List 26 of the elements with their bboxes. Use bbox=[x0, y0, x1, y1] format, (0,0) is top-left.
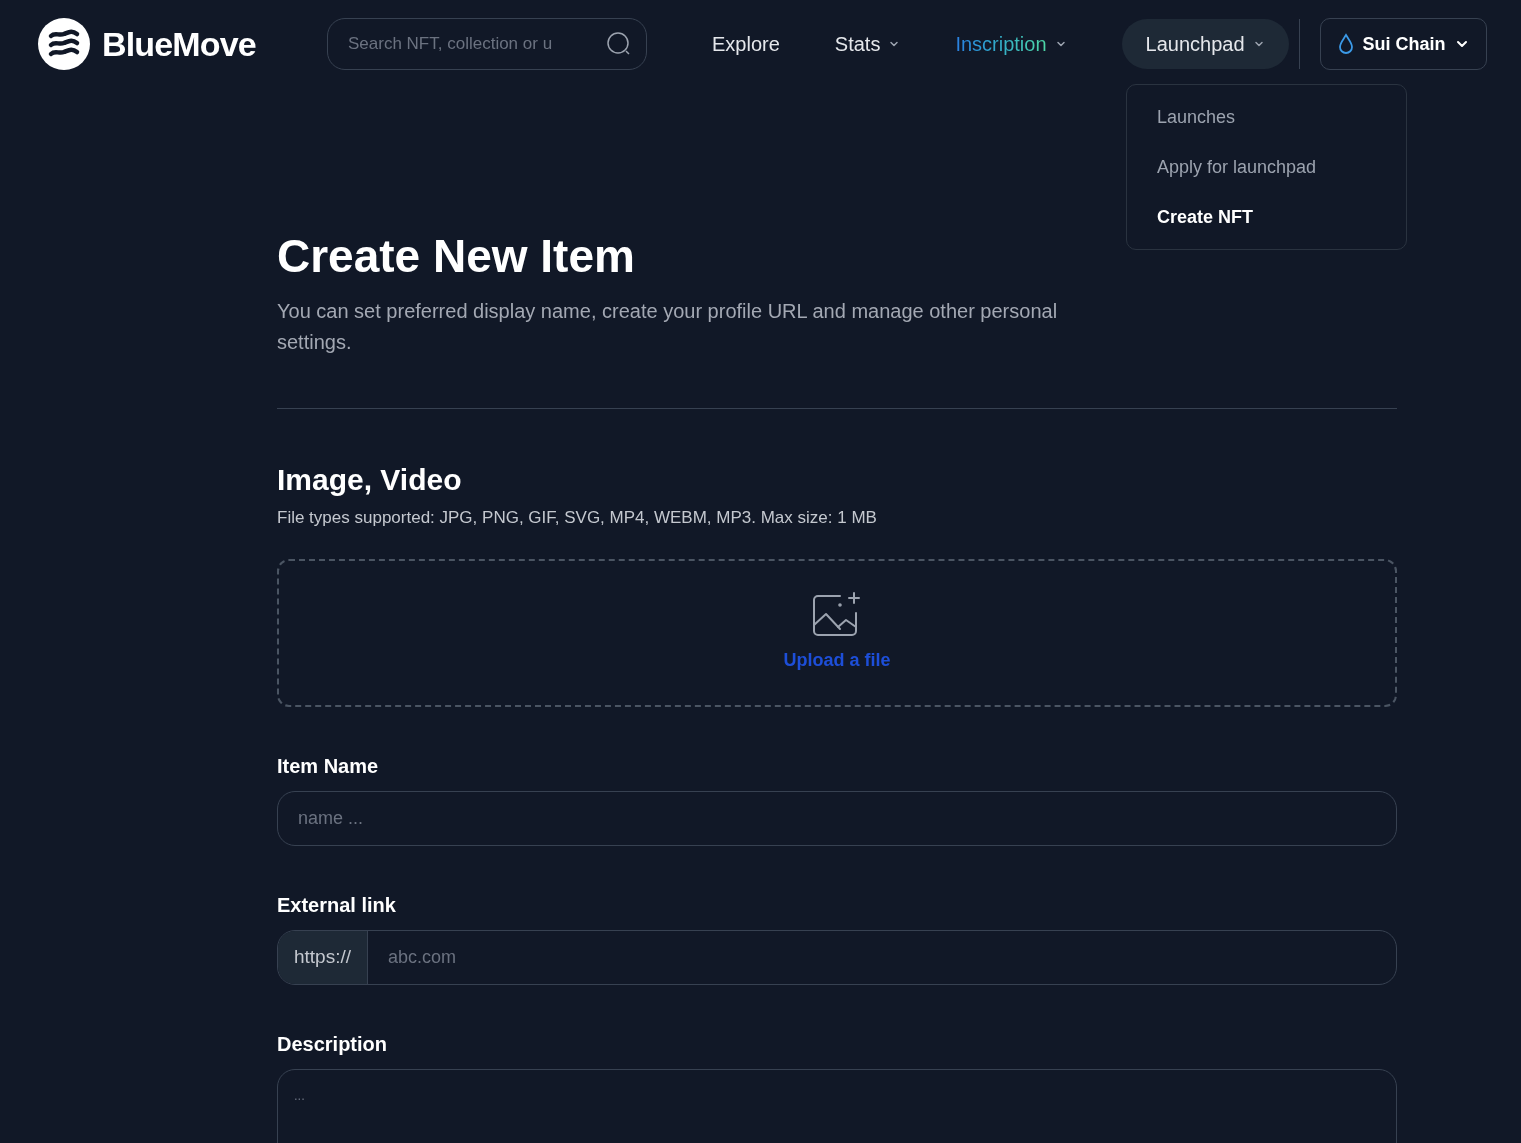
external-link-field[interactable]: https:// abc.com bbox=[277, 929, 1397, 985]
logo-icon bbox=[38, 18, 90, 70]
file-types-hint: File types supported: JPG, PNG, GIF, SVG, MP4, WEBM, MP3. Max size: 1 MB bbox=[277, 507, 878, 529]
section-heading: Image, Video bbox=[277, 462, 463, 498]
menu-item[interactable]: Launches bbox=[1157, 103, 1376, 131]
external-link-input[interactable]: abc.com bbox=[368, 930, 1396, 984]
url-prefix: https:// bbox=[278, 930, 369, 984]
search-icon[interactable] bbox=[607, 32, 631, 56]
field-label: External link bbox=[277, 892, 397, 918]
nav-link[interactable]: Launchpad bbox=[1121, 19, 1289, 69]
search-field[interactable]: Search NFT, collection or u bbox=[327, 18, 647, 70]
field-label: Item Name bbox=[277, 753, 380, 779]
description-textarea[interactable]: ... bbox=[277, 1068, 1397, 1143]
menu-item[interactable]: Create NFT bbox=[1157, 203, 1376, 231]
item-name-input[interactable]: name ... bbox=[277, 790, 1397, 846]
chain-selector[interactable]: Sui Chain bbox=[1319, 18, 1487, 70]
nav-link[interactable]: Stats bbox=[834, 19, 901, 69]
nav-link[interactable]: Inscription bbox=[955, 19, 1067, 69]
droplet-icon bbox=[1336, 33, 1355, 55]
field-label: Description bbox=[277, 1031, 389, 1057]
brand-name: BlueMove bbox=[102, 23, 256, 65]
image-add-icon bbox=[812, 591, 862, 639]
menu-item[interactable]: Apply for launchpad bbox=[1157, 153, 1376, 181]
page-subtitle: You can set preferred display name, create your profile URL and manage other personal settings. bbox=[277, 299, 1059, 355]
nav-link[interactable]: Explore bbox=[712, 19, 780, 69]
page-title: Create New Item bbox=[277, 229, 636, 284]
